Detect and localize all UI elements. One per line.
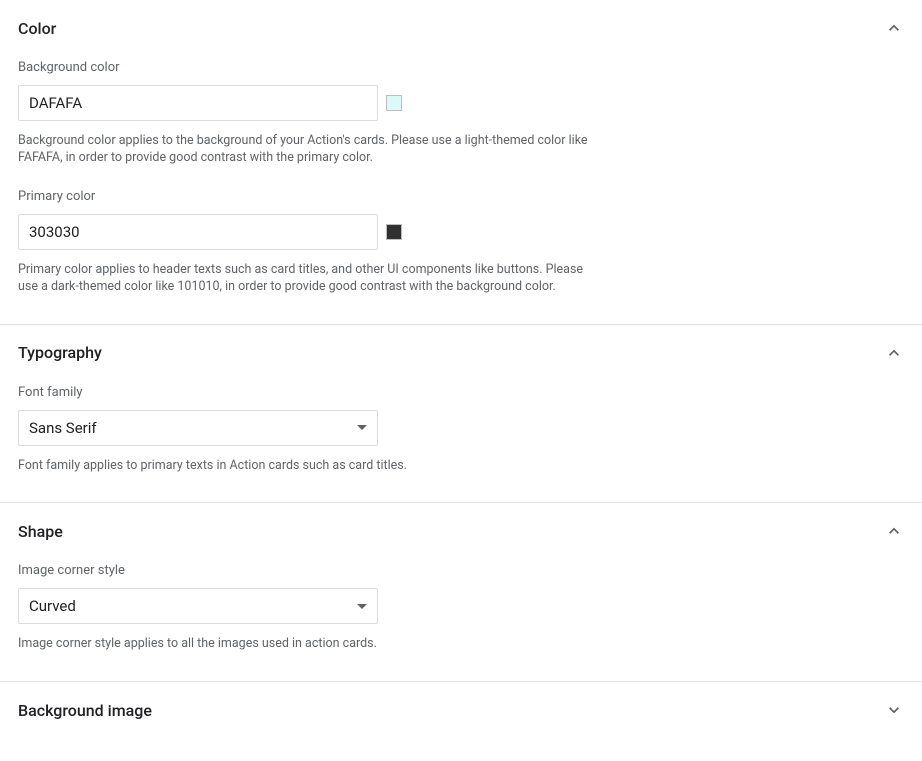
background-color-helper: Background color applies to the backgrou… xyxy=(18,133,593,167)
section-background-image-header[interactable]: Background image xyxy=(18,700,904,720)
section-shape-title: Shape xyxy=(18,522,63,541)
section-shape-header[interactable]: Shape xyxy=(18,521,904,541)
primary-color-input[interactable] xyxy=(18,214,378,250)
font-family-field: Font family Sans Serif Font family appli… xyxy=(18,385,608,475)
section-typography-header[interactable]: Typography xyxy=(18,343,904,363)
corner-style-helper: Image corner style applies to all the im… xyxy=(18,636,593,653)
section-color-header[interactable]: Color xyxy=(18,18,904,38)
primary-color-label: Primary color xyxy=(18,189,608,204)
primary-color-swatch[interactable] xyxy=(386,224,402,240)
chevron-up-icon xyxy=(884,18,904,38)
chevron-up-icon xyxy=(884,343,904,363)
caret-down-icon xyxy=(357,604,367,609)
corner-style-field: Image corner style Curved Image corner s… xyxy=(18,563,608,653)
corner-style-select[interactable]: Curved xyxy=(18,588,378,624)
primary-color-helper: Primary color applies to header texts su… xyxy=(18,262,593,296)
section-typography: Typography Font family Sans Serif Font f… xyxy=(0,325,922,504)
background-color-field: Background color Background color applie… xyxy=(18,60,608,167)
primary-color-field: Primary color Primary color applies to h… xyxy=(18,189,608,296)
section-background-image-title: Background image xyxy=(18,701,152,720)
background-color-input[interactable] xyxy=(18,85,378,121)
font-family-value: Sans Serif xyxy=(29,419,357,437)
font-family-label: Font family xyxy=(18,385,608,400)
corner-style-value: Curved xyxy=(29,597,357,615)
font-family-helper: Font family applies to primary texts in … xyxy=(18,458,593,475)
section-typography-title: Typography xyxy=(18,343,102,362)
section-background-image: Background image xyxy=(0,682,922,738)
background-color-label: Background color xyxy=(18,60,608,75)
font-family-select[interactable]: Sans Serif xyxy=(18,410,378,446)
corner-style-label: Image corner style xyxy=(18,563,608,578)
section-shape: Shape Image corner style Curved Image co… xyxy=(0,503,922,682)
background-color-swatch[interactable] xyxy=(386,95,402,111)
caret-down-icon xyxy=(357,425,367,430)
section-color: Color Background color Background color … xyxy=(0,0,922,325)
section-color-title: Color xyxy=(18,19,56,38)
chevron-down-icon xyxy=(884,700,904,720)
chevron-up-icon xyxy=(884,521,904,541)
